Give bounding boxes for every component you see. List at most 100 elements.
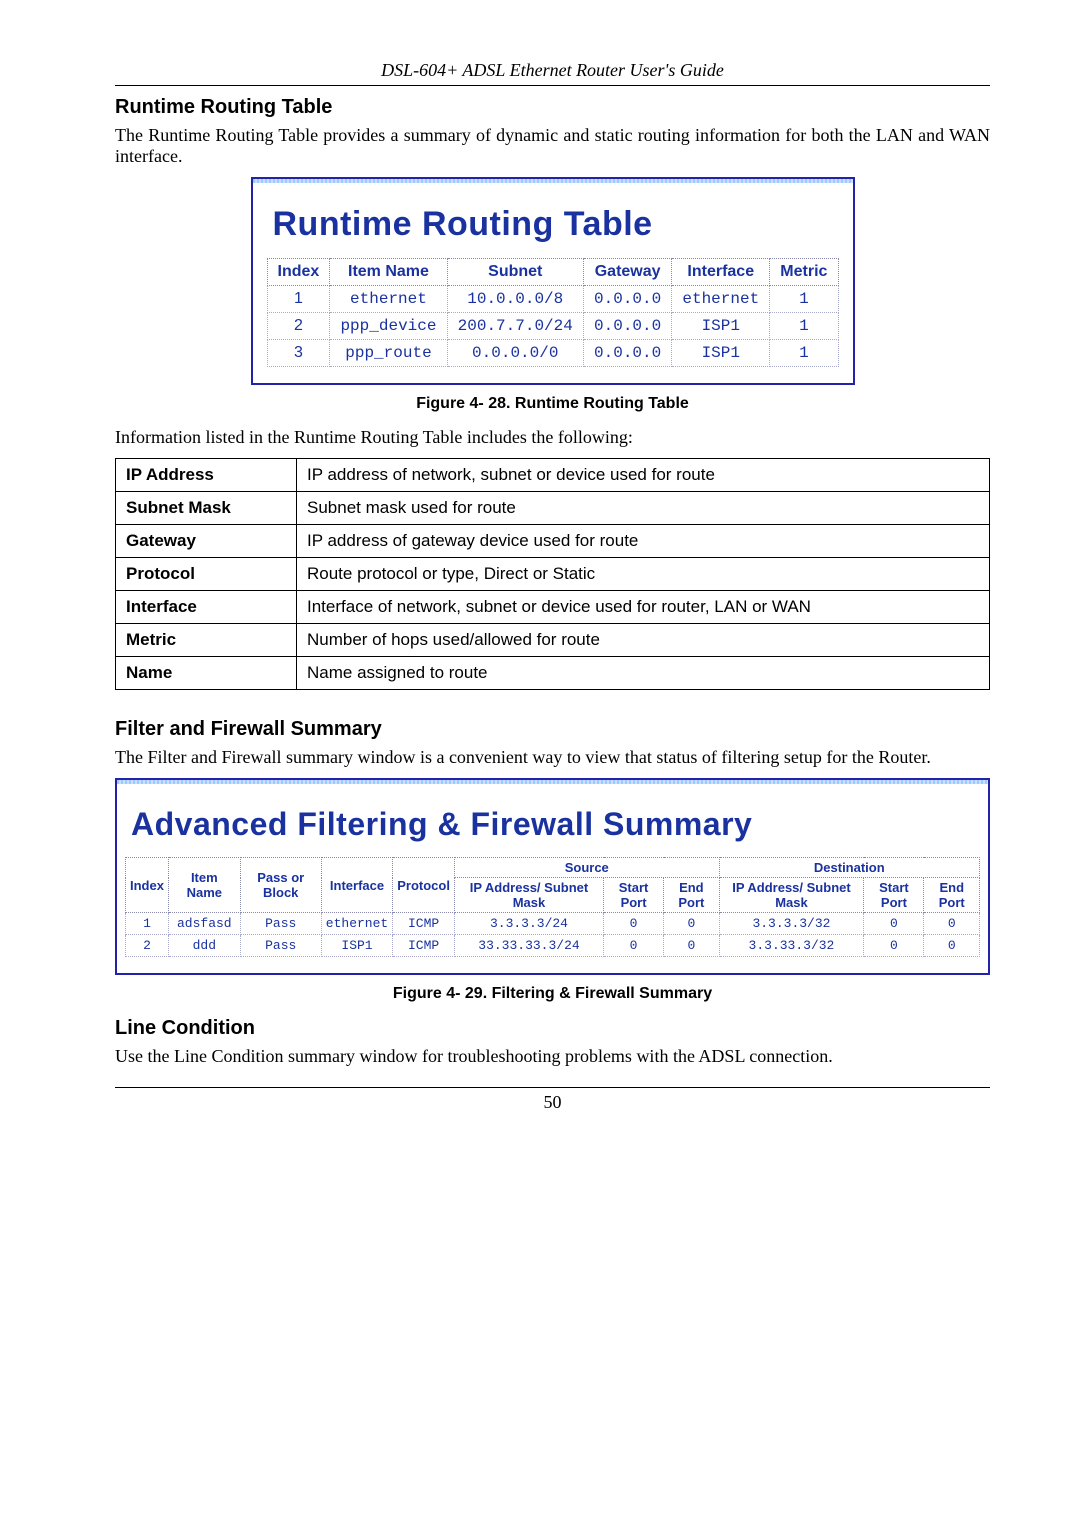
routing-window: Runtime Routing Table Index Item Name Su… bbox=[251, 177, 855, 385]
definition-table: IP AddressIP address of network, subnet … bbox=[115, 458, 990, 690]
routing-cell: ppp_route bbox=[330, 340, 447, 367]
routing-window-title: Runtime Routing Table bbox=[273, 205, 843, 244]
firewall-cell: adsfasd bbox=[168, 913, 240, 935]
routing-th-index: Index bbox=[267, 259, 330, 286]
routing-cell: ethernet bbox=[672, 286, 770, 313]
firewall-header-row-top: Index Item Name Pass or Block Interface … bbox=[126, 858, 980, 878]
fw-th-protocol: Protocol bbox=[393, 858, 455, 913]
routing-cell: 0.0.0.0/0 bbox=[447, 340, 583, 367]
fw-th-dst-start: Start Port bbox=[864, 878, 924, 913]
firewall-cell: 0 bbox=[604, 935, 664, 957]
fw-th-dst-ip: IP Address/ Subnet Mask bbox=[719, 878, 864, 913]
definition-desc: IP address of gateway device used for ro… bbox=[297, 525, 990, 558]
fw-th-interface: Interface bbox=[321, 858, 392, 913]
routing-row: 2ppp_device200.7.7.0/240.0.0.0ISP11 bbox=[267, 313, 838, 340]
figure-429-caption: Figure 4- 29. Filtering & Firewall Summa… bbox=[115, 985, 990, 1003]
fw-th-dst-end: End Port bbox=[924, 878, 980, 913]
firewall-cell: 3.3.3.3/32 bbox=[719, 913, 864, 935]
firewall-row: 2dddPassISP1ICMP33.33.33.3/24003.3.33.3/… bbox=[126, 935, 980, 957]
definition-row: GatewayIP address of gateway device used… bbox=[116, 525, 990, 558]
definition-row: ProtocolRoute protocol or type, Direct o… bbox=[116, 558, 990, 591]
routing-cell: 2 bbox=[267, 313, 330, 340]
fw-th-src-start: Start Port bbox=[604, 878, 664, 913]
firewall-cell: ddd bbox=[168, 935, 240, 957]
routing-table: Index Item Name Subnet Gateway Interface… bbox=[267, 258, 839, 367]
routing-cell: 1 bbox=[770, 313, 838, 340]
firewall-cell: ICMP bbox=[393, 935, 455, 957]
firewall-table: Index Item Name Pass or Block Interface … bbox=[125, 857, 980, 957]
routing-cell: 3 bbox=[267, 340, 330, 367]
firewall-cell: 2 bbox=[126, 935, 169, 957]
routing-cell: ISP1 bbox=[672, 340, 770, 367]
routing-header-row: Index Item Name Subnet Gateway Interface… bbox=[267, 259, 838, 286]
fw-th-pass-block: Pass or Block bbox=[240, 858, 321, 913]
firewall-cell: 0 bbox=[664, 913, 719, 935]
line-condition-intro: Use the Line Condition summary window fo… bbox=[115, 1046, 990, 1067]
figure-428-caption: Figure 4- 28. Runtime Routing Table bbox=[115, 395, 990, 413]
routing-row: 1ethernet10.0.0.0/80.0.0.0ethernet1 bbox=[267, 286, 838, 313]
routing-cell: 200.7.7.0/24 bbox=[447, 313, 583, 340]
runtime-after-text: Information listed in the Runtime Routin… bbox=[115, 427, 990, 448]
line-condition-heading: Line Condition bbox=[115, 1017, 990, 1040]
firewall-cell: 0 bbox=[664, 935, 719, 957]
routing-cell: 1 bbox=[770, 286, 838, 313]
firewall-cell: 3.3.33.3/32 bbox=[719, 935, 864, 957]
fw-th-src-end: End Port bbox=[664, 878, 719, 913]
definition-term: Interface bbox=[116, 591, 297, 624]
firewall-cell: ICMP bbox=[393, 913, 455, 935]
definition-term: Name bbox=[116, 657, 297, 690]
firewall-cell: 33.33.33.3/24 bbox=[454, 935, 603, 957]
definition-term: IP Address bbox=[116, 459, 297, 492]
firewall-cell: ISP1 bbox=[321, 935, 392, 957]
firewall-cell: 3.3.3.3/24 bbox=[454, 913, 603, 935]
firewall-window: Advanced Filtering & Firewall Summary In… bbox=[115, 778, 990, 975]
routing-th-item-name: Item Name bbox=[330, 259, 447, 286]
definition-row: IP AddressIP address of network, subnet … bbox=[116, 459, 990, 492]
firewall-cell: Pass bbox=[240, 913, 321, 935]
firewall-cell: 0 bbox=[864, 913, 924, 935]
definition-desc: Number of hops used/allowed for route bbox=[297, 624, 990, 657]
routing-cell: ethernet bbox=[330, 286, 447, 313]
firewall-cell: ethernet bbox=[321, 913, 392, 935]
fw-th-item-name: Item Name bbox=[168, 858, 240, 913]
firewall-cell: 1 bbox=[126, 913, 169, 935]
routing-cell: 1 bbox=[770, 340, 838, 367]
doc-header: DSL-604+ ADSL Ethernet Router User's Gui… bbox=[115, 60, 990, 86]
routing-th-subnet: Subnet bbox=[447, 259, 583, 286]
runtime-routing-intro: The Runtime Routing Table provides a sum… bbox=[115, 125, 990, 167]
firewall-cell: Pass bbox=[240, 935, 321, 957]
firewall-cell: 0 bbox=[864, 935, 924, 957]
definition-desc: Name assigned to route bbox=[297, 657, 990, 690]
definition-row: InterfaceInterface of network, subnet or… bbox=[116, 591, 990, 624]
routing-cell: 10.0.0.0/8 bbox=[447, 286, 583, 313]
runtime-routing-heading: Runtime Routing Table bbox=[115, 96, 990, 119]
filter-heading: Filter and Firewall Summary bbox=[115, 718, 990, 741]
routing-cell: 0.0.0.0 bbox=[583, 313, 671, 340]
routing-th-gateway: Gateway bbox=[583, 259, 671, 286]
routing-cell: 0.0.0.0 bbox=[583, 340, 671, 367]
fw-th-destination: Destination bbox=[719, 858, 979, 878]
fw-th-src-ip: IP Address/ Subnet Mask bbox=[454, 878, 603, 913]
definition-term: Subnet Mask bbox=[116, 492, 297, 525]
fw-th-index: Index bbox=[126, 858, 169, 913]
definition-row: MetricNumber of hops used/allowed for ro… bbox=[116, 624, 990, 657]
routing-cell: 0.0.0.0 bbox=[583, 286, 671, 313]
definition-desc: Route protocol or type, Direct or Static bbox=[297, 558, 990, 591]
definition-term: Protocol bbox=[116, 558, 297, 591]
routing-cell: 1 bbox=[267, 286, 330, 313]
routing-cell: ISP1 bbox=[672, 313, 770, 340]
firewall-window-title: Advanced Filtering & Firewall Summary bbox=[131, 806, 980, 843]
definition-row: Subnet MaskSubnet mask used for route bbox=[116, 492, 990, 525]
definition-desc: IP address of network, subnet or device … bbox=[297, 459, 990, 492]
firewall-cell: 0 bbox=[924, 913, 980, 935]
definition-row: NameName assigned to route bbox=[116, 657, 990, 690]
definition-term: Gateway bbox=[116, 525, 297, 558]
routing-th-interface: Interface bbox=[672, 259, 770, 286]
page-number: 50 bbox=[115, 1087, 990, 1113]
filter-intro: The Filter and Firewall summary window i… bbox=[115, 747, 990, 768]
firewall-cell: 0 bbox=[924, 935, 980, 957]
routing-th-metric: Metric bbox=[770, 259, 838, 286]
definition-term: Metric bbox=[116, 624, 297, 657]
firewall-row: 1adsfasdPassethernetICMP3.3.3.3/24003.3.… bbox=[126, 913, 980, 935]
routing-cell: ppp_device bbox=[330, 313, 447, 340]
